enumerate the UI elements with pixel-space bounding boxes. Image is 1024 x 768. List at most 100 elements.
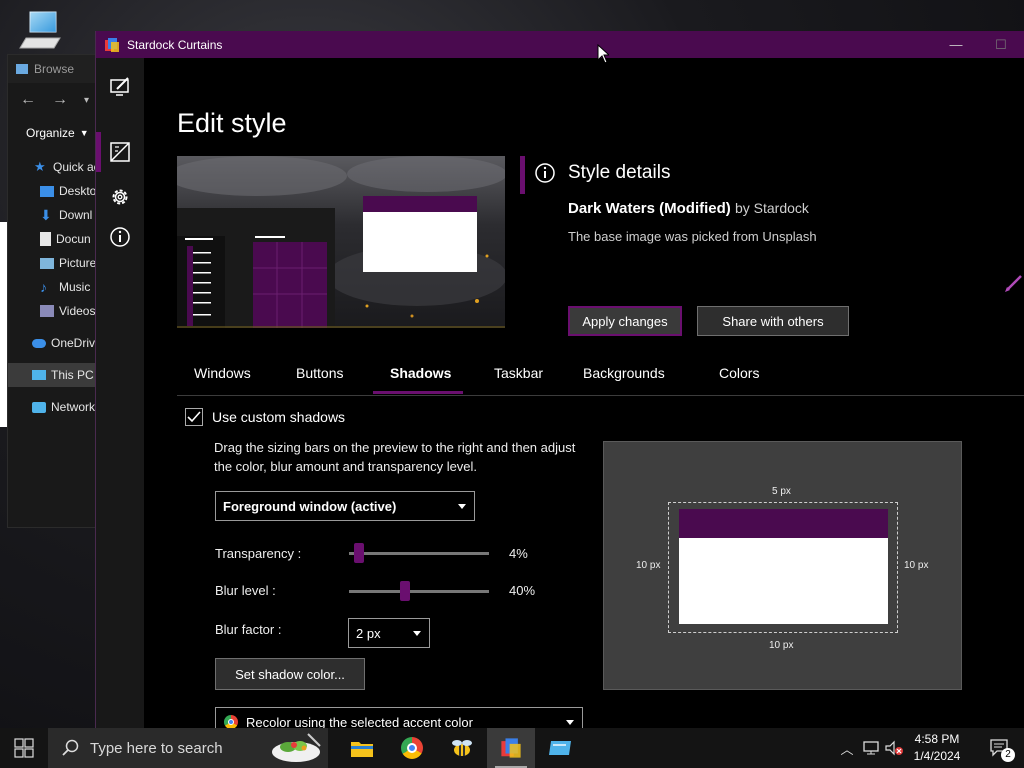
music-icon: ♪ <box>40 279 47 295</box>
start-button[interactable] <box>0 728 48 768</box>
explorer-nav: ← → ▾ <box>8 83 98 117</box>
transparency-label: Transparency : <box>215 546 302 561</box>
blur-slider-track <box>349 590 489 593</box>
taskbar-app-bee[interactable] <box>438 728 486 768</box>
mouse-cursor-icon <box>597 44 609 64</box>
taskbar-clock[interactable]: 4:58 PM 1/4/2024 <box>906 731 968 765</box>
accent-color-icon <box>224 715 238 729</box>
sidebar <box>96 58 144 728</box>
blur-factor-select[interactable]: 2 px <box>348 618 430 648</box>
transparency-slider-track <box>349 552 489 555</box>
window-titlebar[interactable]: Stardock Curtains — ☐ <box>96 31 1024 58</box>
taskbar-search-box[interactable]: Type here to search <box>48 728 328 768</box>
use-custom-shadows-checkbox[interactable] <box>185 408 203 426</box>
nav-item-quick-access[interactable]: ★ Quick ac <box>8 155 98 179</box>
action-center-button[interactable]: 2 <box>976 728 1024 768</box>
shadow-instructions: Drag the sizing bars on the preview to t… <box>214 440 576 474</box>
sidebar-styles-button[interactable] <box>96 133 144 171</box>
apply-changes-button[interactable]: Apply changes <box>568 306 682 336</box>
download-icon: ⬇ <box>40 207 52 223</box>
taskbar-app-window[interactable] <box>536 728 584 768</box>
explorer-titlebar[interactable]: Browse <box>8 55 98 83</box>
taskbar-file-explorer[interactable] <box>338 728 386 768</box>
transparency-value: 4% <box>509 546 528 561</box>
sidebar-edit-style-button[interactable] <box>96 68 144 106</box>
nav-item-documents[interactable]: Docun <box>8 227 98 251</box>
volume-muted-icon[interactable] <box>884 740 904 756</box>
nav-item-music[interactable]: ♪ Music <box>8 275 98 299</box>
nav-item-videos[interactable]: Videos <box>8 299 98 323</box>
design-ruler-icon <box>110 142 130 162</box>
shadow-window-select-value: Foreground window (active) <box>223 498 397 514</box>
tab-colors[interactable]: Colors <box>719 364 759 395</box>
this-pc-desktop-icon[interactable] <box>16 8 66 54</box>
preview-window-titlebar <box>679 509 888 538</box>
bee-icon <box>452 740 472 756</box>
maximize-button[interactable]: ☐ <box>979 31 1023 58</box>
forward-arrow-icon[interactable]: → <box>52 91 68 109</box>
taskbar-chrome[interactable] <box>388 728 436 768</box>
tab-taskbar[interactable]: Taskbar <box>494 364 543 395</box>
nav-item-downloads[interactable]: ⬇ Downl <box>8 203 98 227</box>
minimize-button[interactable]: — <box>934 31 978 58</box>
network-icon <box>32 401 46 413</box>
info-icon <box>110 227 130 247</box>
blur-level-slider[interactable] <box>349 581 489 601</box>
info-circle-icon <box>535 163 555 183</box>
nav-item-network[interactable]: Network <box>8 395 98 419</box>
sidebar-settings-button[interactable] <box>96 178 144 216</box>
organize-label: Organize <box>26 126 75 140</box>
transparency-slider-thumb[interactable] <box>353 543 364 563</box>
shadow-window-select[interactable]: Foreground window (active) <box>215 491 475 521</box>
blur-factor-label: Blur factor : <box>215 622 282 637</box>
tab-windows[interactable]: Windows <box>194 364 251 395</box>
shadow-preview[interactable]: 5 px 10 px 10 px 10 px <box>603 441 962 690</box>
notification-count-badge: 2 <box>1001 748 1015 762</box>
preview-window <box>679 509 888 624</box>
style-author: by Stardock <box>734 200 809 216</box>
file-explorer-window[interactable]: Browse ← → ▾ Organize ▼ ★ Quick ac Deskt… <box>7 54 99 528</box>
clock-date: 1/4/2024 <box>913 749 961 763</box>
nav-item-pictures[interactable]: Picture <box>8 251 98 275</box>
style-preview-image[interactable] <box>177 156 505 328</box>
tab-buttons[interactable]: Buttons <box>296 364 343 395</box>
edit-display-icon <box>110 77 129 96</box>
window-app-icon <box>549 741 571 755</box>
taskbar-stardock-curtains[interactable] <box>487 728 535 768</box>
dropdown-arrow-icon <box>566 720 574 725</box>
show-hidden-icons-chevron-icon[interactable]: ︿ <box>838 739 856 758</box>
tab-backgrounds[interactable]: Backgrounds <box>583 364 665 395</box>
use-custom-shadows-label: Use custom shadows <box>212 409 346 425</box>
style-description: The base image was picked from Unsplash <box>568 229 817 244</box>
explorer-icon <box>16 64 28 74</box>
details-accent-bar <box>520 156 525 194</box>
nav-item-desktop[interactable]: Deskto <box>8 179 98 203</box>
set-shadow-color-button[interactable]: Set shadow color... <box>215 658 365 690</box>
curtains-window: Stardock Curtains — ☐ Edit style Style d… <box>95 31 1024 737</box>
salad-bowl-icon <box>272 733 321 762</box>
shadow-left-size: 10 px <box>636 560 661 571</box>
desktop-folder-icon <box>40 185 54 197</box>
transparency-slider[interactable] <box>349 543 489 563</box>
share-with-others-button[interactable]: Share with others <box>697 306 849 336</box>
shadow-bottom-size: 10 px <box>769 640 794 651</box>
style-name: Dark Waters (Modified) <box>568 200 731 217</box>
window-title: Stardock Curtains <box>127 37 223 52</box>
pc-icon <box>32 370 46 380</box>
page-title: Edit style <box>177 108 287 138</box>
sidebar-about-button[interactable] <box>96 218 144 256</box>
blur-slider-thumb[interactable] <box>400 581 410 601</box>
organize-button[interactable]: Organize ▼ <box>8 117 98 149</box>
nav-item-this-pc[interactable]: This PC <box>8 363 98 387</box>
cloud-icon <box>32 338 46 348</box>
network-tray-icon[interactable] <box>862 740 880 756</box>
blur-level-label: Blur level : <box>215 583 276 598</box>
pencil-icon[interactable] <box>1003 272 1024 294</box>
checkmark-icon <box>187 411 201 423</box>
nav-item-onedrive[interactable]: OneDriv <box>8 331 98 355</box>
style-details-heading: Style details <box>534 162 670 184</box>
folder-icon <box>351 742 373 757</box>
recent-dropdown-icon[interactable]: ▾ <box>84 95 89 106</box>
chevron-down-icon: ▼ <box>79 128 89 138</box>
back-arrow-icon[interactable]: ← <box>20 91 36 109</box>
